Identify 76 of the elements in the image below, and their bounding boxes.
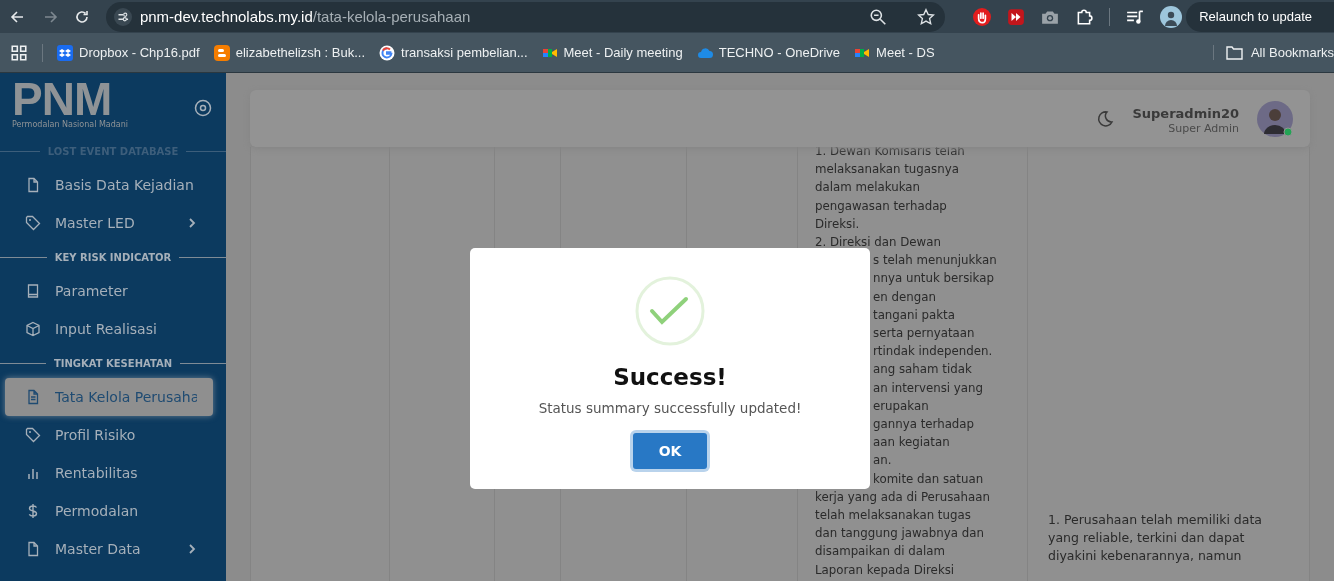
sidebar-item[interactable]: Master LED — [5, 204, 213, 242]
file-icon — [25, 177, 41, 193]
cell-text-line: melaksanakan tugasnya — [815, 161, 959, 179]
hand-icon — [973, 7, 992, 26]
cell-text-line: kerja yang ada di Perusahaan — [815, 488, 990, 506]
sidebar-item[interactable]: Master Data — [5, 530, 213, 568]
ok-button[interactable]: OK — [633, 433, 707, 469]
check-icon — [635, 276, 705, 346]
document-icon — [25, 389, 41, 405]
file-icon — [25, 541, 41, 557]
cell-text-line: telah melaksanakan tugas — [815, 507, 971, 525]
tag-icon — [25, 215, 41, 231]
cell-text-line: gannya terhadap — [873, 416, 975, 434]
book-icon — [25, 283, 41, 299]
cell-text-line: Laporan kepada Direksi — [815, 561, 955, 579]
bookmark[interactable]: transaksi pembelian... — [379, 44, 528, 61]
all-bookmarks-button[interactable]: All Bookmarks — [1212, 45, 1334, 60]
bookmark[interactable]: TECHNO - OneDrive — [696, 44, 841, 61]
cell-text-line: serta pernyataan — [873, 325, 975, 343]
sidebar-item[interactable]: Parameter — [5, 272, 213, 310]
cell-text-line: 2. Direksi dan Dewan — [815, 234, 941, 251]
blogger-icon — [213, 44, 230, 61]
dialog-message: Status summary successfully updated! — [538, 400, 802, 416]
bookmark[interactable]: Dropbox - Chp16.pdf — [57, 44, 200, 61]
cell-text-line: disampaikan di dalam — [815, 543, 945, 561]
cell-text-line: ang saham tidak — [873, 361, 972, 379]
cell-text-line: diyakini kebenarannya, namun — [1048, 547, 1242, 566]
profile-icon[interactable] — [1160, 5, 1183, 28]
cell-text-line: tangani pakta — [873, 306, 955, 324]
dialog-title: Success! — [613, 364, 727, 390]
google-icon — [379, 44, 396, 61]
sidebar-item[interactable]: Profil Risiko — [5, 416, 213, 454]
folder-icon — [1225, 45, 1243, 60]
user-name: Superadmin20 — [1132, 105, 1239, 121]
cell-text-line: yang reliable, terkini dan dapat — [1048, 529, 1245, 548]
user-role: Super Admin — [1167, 121, 1239, 135]
cell-text-line: dan tanggung jawabnya dan — [815, 525, 984, 543]
address-bar[interactable]: pnm-dev.technolabs.my.id/tata-kelola-perusahaan — [105, 1, 946, 32]
cell-text-line: nnya untuk bersikap — [873, 270, 994, 288]
arrow-icon — [10, 8, 26, 25]
puzzle-icon — [1075, 7, 1094, 26]
apps-icon[interactable] — [10, 43, 28, 62]
sidebar-item[interactable]: Input Realisasi — [5, 310, 213, 348]
cell-text-line: erupakan — [873, 397, 929, 415]
sidebar-item[interactable]: Basis Data Kejadian — [5, 166, 213, 204]
dropbox-icon — [57, 44, 73, 61]
bookmark[interactable]: elizabethelizsh : Buk... — [213, 44, 366, 61]
bookmark[interactable]: Meet - DS — [854, 44, 935, 61]
moon-icon[interactable] — [1096, 109, 1115, 128]
cell-text-line: dalam melakukan — [815, 179, 920, 197]
target-icon[interactable] — [194, 99, 212, 117]
cell-text-line: rtindak independen. — [873, 343, 993, 361]
cell-text-line: komite dan satuan — [873, 470, 984, 488]
zoom-icon — [869, 7, 888, 26]
url-text: pnm-dev.technolabs.my.id/tata-kelola-perusahaan — [139, 8, 472, 25]
cell-text-line: pengawasan terhadap — [815, 197, 947, 215]
cell-text-line: aan kegiatan — [873, 434, 950, 452]
cell-text-line: en dengan — [873, 288, 936, 306]
tag-icon — [25, 427, 41, 443]
relaunch-button[interactable]: Relaunch to update — [1186, 1, 1334, 32]
reload-icon — [73, 8, 90, 25]
cell-text-line: an. — [873, 452, 892, 470]
star-icon — [917, 7, 936, 26]
section-heading: TINGKAT KESEHATAN — [53, 357, 173, 369]
user-avatar[interactable] — [1257, 100, 1293, 137]
cell-text-line: Direksi. — [815, 215, 860, 233]
cell-text-line: an intervensi yang — [873, 379, 983, 397]
section-heading: KEY RISK INDICATOR — [54, 251, 172, 263]
site-settings-icon[interactable] — [113, 7, 132, 26]
bookmark[interactable]: Meet - Daily meeting — [541, 44, 683, 61]
sidebar-item[interactable]: Permodalan — [5, 492, 213, 530]
sidebar-item[interactable]: Rentabilitas — [5, 454, 213, 492]
cube-icon — [25, 321, 41, 337]
cell-text-line: s telah menunjukkan — [873, 252, 997, 270]
cell-text-line: 1. Perusahaan telah memiliki data — [1048, 511, 1262, 529]
fast-forward-icon — [1007, 7, 1026, 26]
